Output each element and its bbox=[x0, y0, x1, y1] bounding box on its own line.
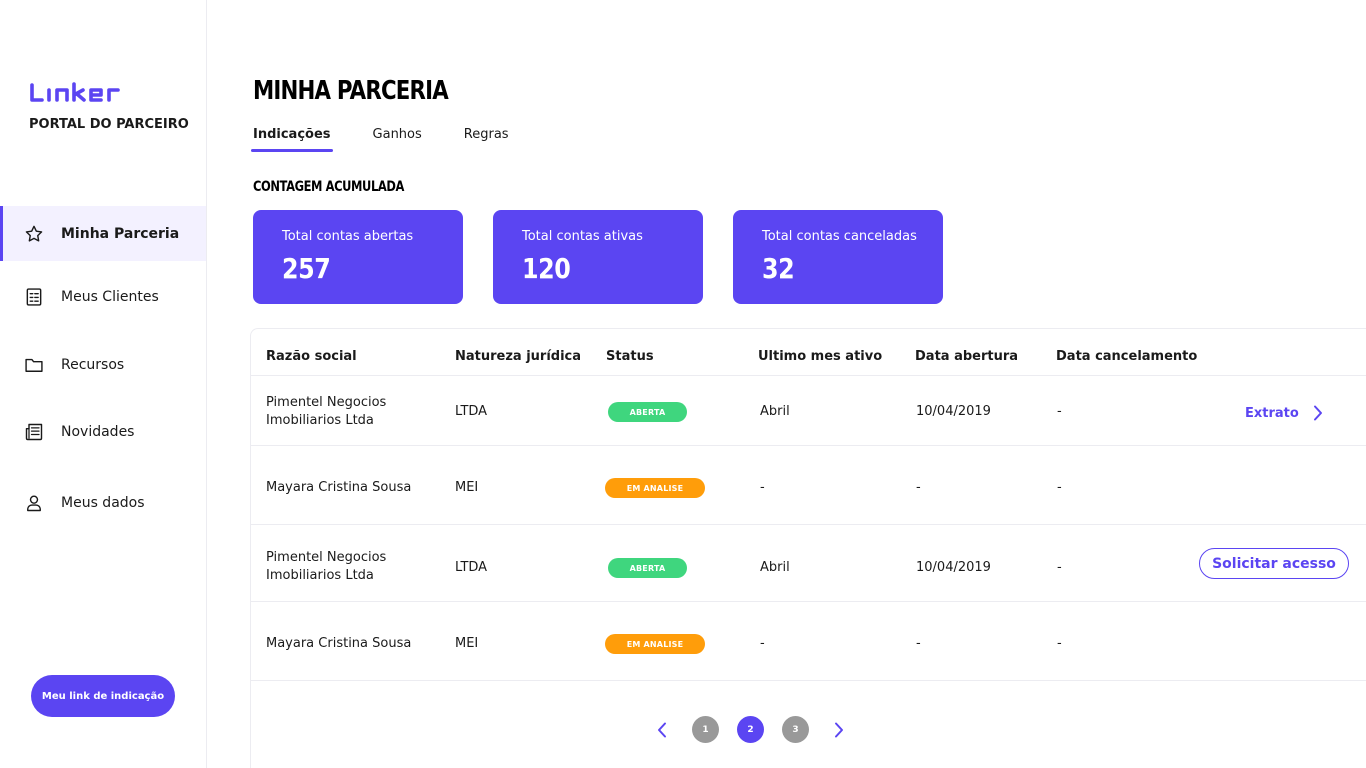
cell-data-cancelamento: - bbox=[1057, 636, 1062, 651]
star-icon bbox=[24, 224, 44, 244]
table-row[interactable]: Mayara Cristina Sousa MEI EM ANALISE - -… bbox=[251, 446, 1366, 525]
cell-razao-social: Mayara Cristina Sousa bbox=[266, 636, 412, 651]
extrato-label: Extrato bbox=[1245, 405, 1299, 421]
sidebar-item-label: Novidades bbox=[61, 423, 135, 440]
user-icon bbox=[24, 493, 44, 513]
sidebar-item-meus-dados[interactable]: Meus dados bbox=[0, 475, 206, 530]
sidebar-item-label: Meus dados bbox=[61, 494, 145, 511]
stat-label: Total contas canceladas bbox=[762, 229, 917, 244]
page-button-2[interactable]: 2 bbox=[737, 716, 764, 743]
column-header-data-abertura[interactable]: Data abertura bbox=[915, 349, 1018, 364]
brand-logo[interactable] bbox=[29, 80, 139, 108]
razao-line-1: Pimentel Negocios bbox=[266, 395, 387, 410]
cell-ultimo-mes: Abril bbox=[760, 560, 790, 575]
stat-value: 120 bbox=[522, 252, 571, 285]
tab-bar: Indicações Ganhos Regras bbox=[251, 127, 551, 152]
status-badge: ABERTA bbox=[608, 402, 687, 422]
page-title: MINHA PARCERIA bbox=[253, 76, 449, 106]
razao-line-2: Imobiliarios Ltda bbox=[266, 413, 374, 428]
stat-label: Total contas ativas bbox=[522, 229, 643, 244]
cell-data-cancelamento: - bbox=[1057, 560, 1062, 575]
stat-value: 32 bbox=[762, 252, 795, 285]
tab-indicacoes[interactable]: Indicações bbox=[251, 127, 333, 152]
sidebar-item-label: Meus Clientes bbox=[61, 288, 159, 305]
cell-natureza: MEI bbox=[455, 636, 479, 651]
cell-data-cancelamento: - bbox=[1057, 480, 1062, 495]
cell-natureza: MEI bbox=[455, 480, 479, 495]
column-header-data-cancelamento[interactable]: Data cancelamento bbox=[1056, 349, 1197, 364]
cell-data-abertura: 10/04/2019 bbox=[916, 560, 991, 575]
linker-logo-icon bbox=[30, 82, 120, 102]
request-access-button[interactable]: Solicitar acesso bbox=[1199, 548, 1349, 579]
sidebar-item-novidades[interactable]: Novidades bbox=[0, 404, 206, 459]
column-header-natureza-juridica[interactable]: Natureza jurídica bbox=[455, 349, 581, 364]
stat-card-open-accounts: Total contas abertas 257 bbox=[253, 210, 463, 304]
page-button-3[interactable]: 3 bbox=[782, 716, 809, 743]
next-page-button[interactable] bbox=[827, 717, 851, 743]
sidebar-item-label: Minha Parceria bbox=[61, 225, 180, 242]
stat-label: Total contas abertas bbox=[282, 229, 414, 244]
folder-icon bbox=[24, 355, 44, 375]
status-badge: ABERTA bbox=[608, 558, 687, 578]
cell-data-abertura: - bbox=[916, 480, 921, 495]
column-header-ultimo-mes-ativo[interactable]: Ultimo mes ativo bbox=[758, 349, 882, 364]
cell-data-cancelamento: - bbox=[1057, 404, 1062, 419]
stat-card-cancelled-accounts: Total contas canceladas 32 bbox=[733, 210, 943, 304]
cell-razao-social: Pimentel Negocios Imobiliarios Ltda bbox=[266, 394, 386, 430]
cell-ultimo-mes: Abril bbox=[760, 404, 790, 419]
stat-card-active-accounts: Total contas ativas 120 bbox=[493, 210, 703, 304]
table-row[interactable]: Pimentel Negocios Imobiliarios Ltda LTDA… bbox=[251, 376, 1366, 446]
accounts-table: Razão social Natureza jurídica Status Ul… bbox=[250, 328, 1366, 768]
pagination: 1 2 3 bbox=[650, 716, 851, 743]
tab-ganhos[interactable]: Ganhos bbox=[373, 127, 422, 150]
cell-natureza: LTDA bbox=[455, 404, 488, 419]
table-row[interactable]: Mayara Cristina Sousa MEI EM ANALISE - -… bbox=[251, 602, 1366, 681]
cell-natureza: LTDA bbox=[455, 560, 488, 575]
chevron-right-icon bbox=[835, 722, 843, 737]
newspaper-icon bbox=[24, 422, 44, 442]
razao-line-2: Imobiliarios Ltda bbox=[266, 568, 374, 583]
table-row[interactable]: Pimentel Negocios Imobiliarios Ltda LTDA… bbox=[251, 525, 1366, 602]
client-list-icon bbox=[24, 287, 44, 307]
status-badge: EM ANALISE bbox=[605, 478, 705, 498]
sidebar-item-minha-parceria[interactable]: Minha Parceria bbox=[0, 206, 206, 261]
cell-ultimo-mes: - bbox=[760, 480, 765, 495]
table-header-row: Razão social Natureza jurídica Status Ul… bbox=[251, 329, 1366, 376]
tab-regras[interactable]: Regras bbox=[464, 127, 509, 150]
status-badge: EM ANALISE bbox=[605, 634, 705, 654]
cell-data-abertura: 10/04/2019 bbox=[916, 404, 991, 419]
sidebar-item-label: Recursos bbox=[61, 356, 125, 373]
extrato-button[interactable]: Extrato bbox=[1245, 405, 1323, 421]
sidebar: PORTAL DO PARCEIRO Minha Parceria Meus C… bbox=[0, 0, 207, 768]
portal-label: PORTAL DO PARCEIRO bbox=[29, 117, 189, 132]
cell-ultimo-mes: - bbox=[760, 636, 765, 651]
section-title: CONTAGEM ACUMULADA bbox=[253, 179, 404, 195]
cell-data-abertura: - bbox=[916, 636, 921, 651]
stat-value: 257 bbox=[282, 252, 331, 285]
referral-link-button[interactable]: Meu link de indicação bbox=[31, 675, 175, 717]
sidebar-item-recursos[interactable]: Recursos bbox=[0, 337, 206, 392]
chevron-right-icon bbox=[1313, 405, 1323, 421]
sidebar-item-meus-clientes[interactable]: Meus Clientes bbox=[0, 269, 206, 324]
column-header-razao-social[interactable]: Razão social bbox=[266, 349, 357, 364]
chevron-left-icon bbox=[658, 722, 666, 737]
column-header-status[interactable]: Status bbox=[606, 349, 654, 364]
previous-page-button[interactable] bbox=[650, 717, 674, 743]
cell-razao-social: Mayara Cristina Sousa bbox=[266, 480, 412, 495]
razao-line-1: Pimentel Negocios bbox=[266, 550, 387, 565]
cell-razao-social: Pimentel Negocios Imobiliarios Ltda bbox=[266, 549, 386, 585]
page-button-1[interactable]: 1 bbox=[692, 716, 719, 743]
